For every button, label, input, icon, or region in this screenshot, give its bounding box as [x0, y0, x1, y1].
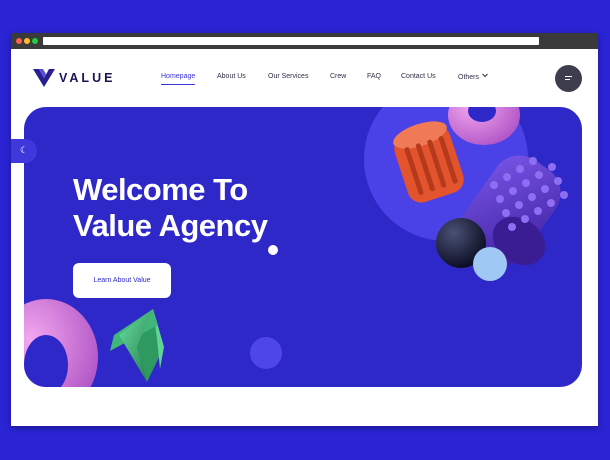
nav-item-crew[interactable]: Crew: [330, 73, 346, 80]
menu-button[interactable]: [555, 65, 582, 92]
hero-title-line-1: Welcome To: [73, 172, 248, 207]
minimize-window-dot[interactable]: [24, 38, 30, 44]
address-bar[interactable]: [43, 37, 539, 45]
maximize-window-dot[interactable]: [32, 38, 38, 44]
nav-item-homepage[interactable]: Homepage: [161, 73, 196, 85]
nav-item-faq[interactable]: FAQ: [367, 73, 381, 80]
close-window-dot[interactable]: [16, 38, 22, 44]
hamburger-icon: [565, 76, 572, 77]
small-circle-shape: [250, 337, 282, 369]
hero-decoration: [24, 107, 568, 387]
hero-title-line-2: Value Agency: [73, 208, 268, 243]
hero-section: Welcome To Value Agency Learn About Valu…: [24, 107, 582, 387]
light-blue-sphere-shape: [473, 247, 507, 281]
hamburger-icon-line: [565, 79, 570, 80]
moon-icon: ☾: [20, 146, 29, 156]
theme-toggle[interactable]: ☾: [11, 139, 37, 163]
browser-titlebar: [11, 33, 598, 49]
nav-item-others[interactable]: Others: [458, 73, 488, 81]
nav-item-others-label: Others: [458, 74, 480, 81]
nav-item-about-us[interactable]: About Us: [217, 73, 246, 80]
white-dot-shape: [268, 245, 278, 255]
green-crystal-shape: [110, 309, 164, 382]
nav-item-contact-us[interactable]: Contact Us: [401, 73, 436, 80]
chevron-down-icon: [482, 73, 488, 78]
logo-text: VALUE: [59, 71, 116, 85]
hero-title: Welcome To Value Agency: [73, 172, 268, 244]
browser-window: VALUE Homepage About Us Our Services Cre…: [11, 33, 598, 426]
learn-about-value-button[interactable]: Learn About Value: [73, 263, 171, 298]
pink-torus-bottom-shape: [24, 299, 98, 387]
site-logo[interactable]: VALUE: [32, 68, 115, 88]
v-logo-icon: [33, 69, 55, 87]
nav-item-our-services[interactable]: Our Services: [268, 73, 308, 80]
